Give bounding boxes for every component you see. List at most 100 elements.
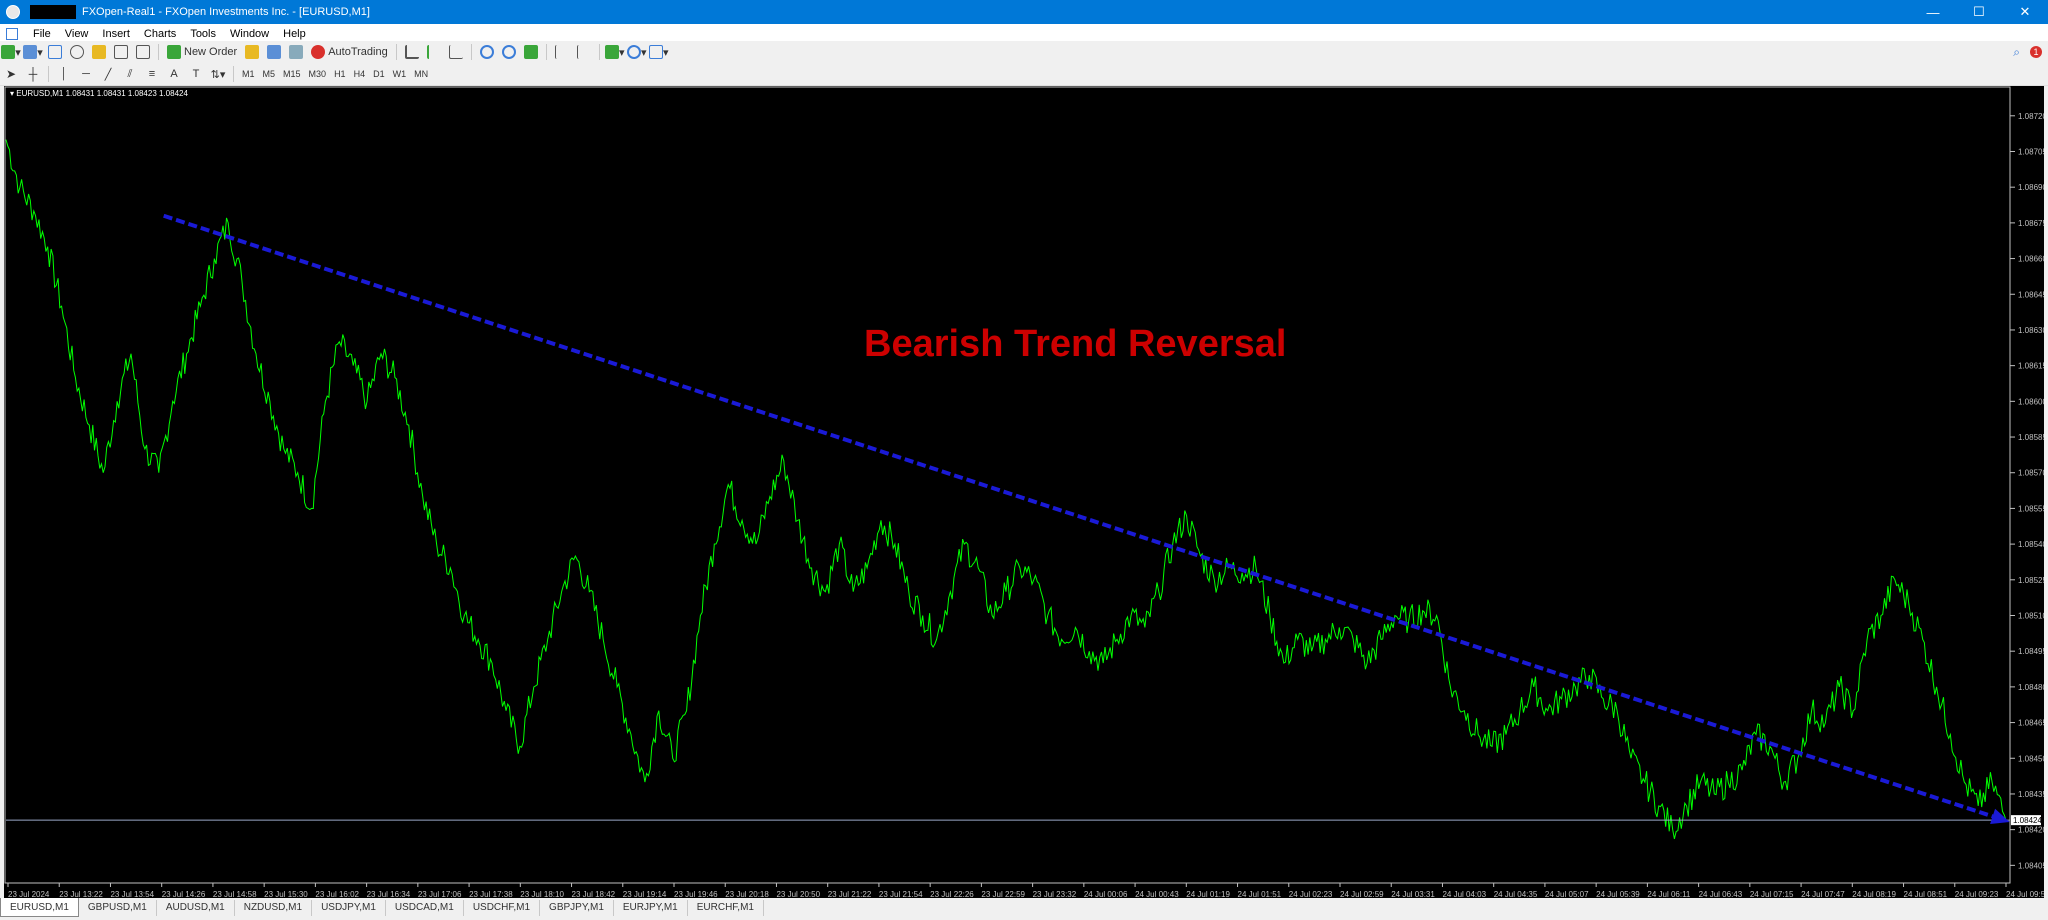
zoom-out-button[interactable] [499,43,519,61]
notification-badge[interactable]: 1 [2030,46,2042,58]
meta-editor-button[interactable] [242,43,262,61]
chart-shift-icon [554,45,569,59]
indicators-icon [604,45,619,59]
y-tick-label: 1.08660 [2018,255,2044,264]
text-button[interactable]: A [164,65,184,83]
tile-windows-button[interactable] [521,43,541,61]
toolbar-right: ⌕ 1 [2013,41,2042,63]
vertical-line-button[interactable]: │ [54,65,74,83]
fibonacci-button[interactable]: ≡ [142,65,162,83]
market-watch-icon [48,45,62,59]
y-tick-label: 1.08600 [2018,397,2044,406]
arrows-button[interactable]: ⇅▾ [208,65,228,83]
menu-help[interactable]: Help [276,28,313,40]
autotrading-button[interactable]: AutoTrading [308,43,391,61]
line-chart-button[interactable] [446,43,466,61]
signals-icon [267,45,282,59]
templates-button[interactable]: ▾ [648,43,669,61]
timeframe-m1[interactable]: M1 [238,69,259,79]
close-button[interactable]: ✕ [2002,0,2048,24]
templates-icon [648,45,663,59]
tab-eurchf-m1[interactable]: EURCHF,M1 [688,900,764,916]
y-tick-label: 1.08630 [2018,326,2044,335]
maximize-button[interactable]: ☐ [1956,0,2002,24]
vps-button[interactable] [286,43,306,61]
autotrading-icon [311,45,326,59]
timeframe-h4[interactable]: H4 [350,69,370,79]
trendline-button[interactable]: ╱ [98,65,118,83]
bar-chart-button[interactable] [402,43,422,61]
trendline-icon: ╱ [104,68,112,81]
market-watch-button[interactable] [45,43,65,61]
timeframe-mn[interactable]: MN [410,69,432,79]
signals-button[interactable] [264,43,284,61]
timeframe-m30[interactable]: M30 [305,69,331,79]
chart-shift-button[interactable] [552,43,572,61]
vertical-line-icon: │ [60,68,68,80]
tab-usdchf-m1[interactable]: USDCHF,M1 [464,900,541,916]
clock-icon [626,45,641,59]
y-tick-label: 1.08405 [2018,861,2044,870]
menu-charts[interactable]: Charts [137,28,183,40]
tab-eurusd-m1[interactable]: EURUSD,M1 [0,898,79,917]
navigator-button[interactable] [89,43,109,61]
tab-audusd-m1[interactable]: AUDUSD,M1 [157,900,235,916]
tab-gbpusd-m1[interactable]: GBPUSD,M1 [79,900,157,916]
horizontal-line-icon: ─ [82,68,90,80]
new-chart-icon [1,45,16,59]
y-tick-label: 1.08570 [2018,469,2044,478]
data-window-button[interactable] [67,43,87,61]
periods-button[interactable]: ▾ [626,43,647,61]
search-icon[interactable]: ⌕ [2013,45,2020,60]
app-icon [6,5,20,19]
tab-usdjpy-m1[interactable]: USDJPY,M1 [312,900,386,916]
timeframe-h1[interactable]: H1 [330,69,350,79]
trend-line [163,213,2005,823]
y-tick-label: 1.08525 [2018,576,2044,585]
profiles-button[interactable]: ▾ [23,43,43,61]
auto-scroll-icon [576,45,591,59]
y-tick-label: 1.08615 [2018,362,2044,371]
tile-icon [523,45,538,59]
zoom-in-button[interactable] [477,43,497,61]
redacted-account [30,5,76,19]
menu-view[interactable]: View [58,28,96,40]
tab-nzdusd-m1[interactable]: NZDUSD,M1 [235,900,313,916]
horizontal-line-button[interactable]: ─ [76,65,96,83]
candlestick-button[interactable] [424,43,444,61]
timeframe-m5[interactable]: M5 [259,69,280,79]
cursor-button[interactable]: ➤ [1,65,21,83]
strategy-tester-button[interactable] [133,43,153,61]
tab-gbpjpy-m1[interactable]: GBPJPY,M1 [540,900,614,916]
chart-window[interactable]: 1.08720 1.08705 1.08690 1.08675 1.08660 1.086… [4,86,2044,904]
timeframe-d1[interactable]: D1 [369,69,389,79]
menu-file[interactable]: File [26,28,58,40]
autotrading-label: AutoTrading [328,46,388,58]
fibonacci-icon: ≡ [148,68,156,80]
new-order-button[interactable]: New Order [164,43,240,61]
standard-toolbar: ▾ ▾ New Order AutoTrading ▾ ▾ ▾ [0,41,2048,64]
new-order-icon [167,45,181,59]
new-order-label: New Order [184,46,238,58]
indicators-button[interactable]: ▾ [604,43,625,61]
menu-insert[interactable]: Insert [95,28,137,40]
y-tick-label: 1.08540 [2018,540,2044,549]
menu-window[interactable]: Window [223,28,276,40]
y-tick-label: 1.08720 [2018,112,2044,121]
terminal-icon [114,45,128,59]
timeframe-w1[interactable]: W1 [389,69,411,79]
crosshair-button[interactable]: ┼ [23,65,43,83]
minimize-button[interactable]: — [1910,0,1956,24]
chart-frame [4,86,2011,884]
auto-scroll-button[interactable] [574,43,594,61]
text-label-button[interactable]: T [186,65,206,83]
price-chart[interactable]: 1.08720 1.08705 1.08690 1.08675 1.08660 1.086… [4,86,2044,904]
tab-eurjpy-m1[interactable]: EURJPY,M1 [614,900,688,916]
terminal-button[interactable] [111,43,131,61]
y-tick-label: 1.08465 [2018,719,2044,728]
tab-usdcad-m1[interactable]: USDCAD,M1 [386,900,464,916]
equidistant-channel-button[interactable]: ⫽ [120,65,140,83]
timeframe-m15[interactable]: M15 [279,69,305,79]
new-chart-button[interactable]: ▾ [1,43,21,61]
menu-tools[interactable]: Tools [183,28,223,40]
